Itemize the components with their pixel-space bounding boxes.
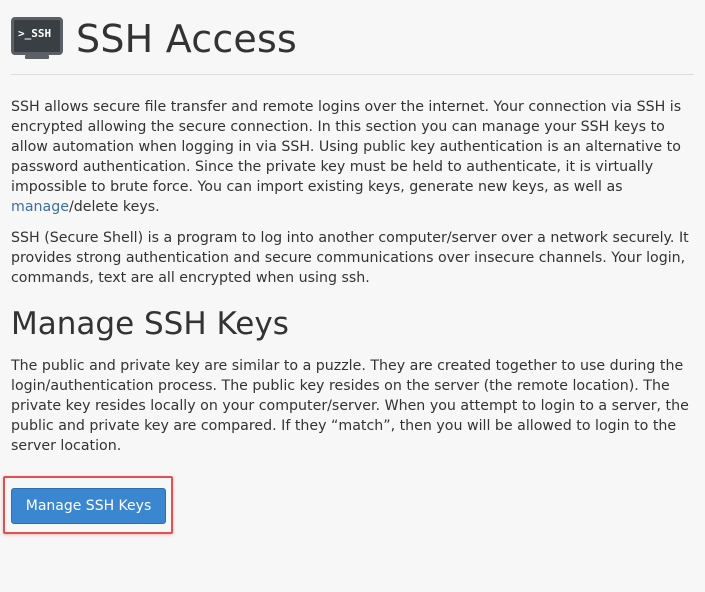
terminal-icon-label: >_SSH	[18, 27, 52, 40]
manage-keys-link[interactable]: manage	[11, 199, 69, 215]
terminal-stand	[25, 55, 49, 59]
header-divider	[11, 74, 694, 75]
terminal-ssh-icon: >_SSH	[11, 17, 63, 61]
manage-keys-description: The public and private key are similar t…	[11, 358, 689, 454]
intro-text: SSH allows secure file transfer and remo…	[11, 99, 682, 195]
page-header: >_SSH SSH Access	[11, 14, 297, 64]
intro-paragraph: SSH allows secure file transfer and remo…	[11, 97, 697, 217]
page-title: SSH Access	[76, 17, 297, 61]
manage-ssh-keys-button[interactable]: Manage SSH Keys	[11, 488, 166, 524]
page: >_SSH SSH Access SSH allows secure file …	[0, 0, 705, 592]
about-ssh-paragraph: SSH (Secure Shell) is a program to log i…	[11, 230, 689, 286]
intro-text-end: /delete keys.	[68, 199, 160, 215]
manage-keys-heading: Manage SSH Keys	[11, 306, 289, 342]
